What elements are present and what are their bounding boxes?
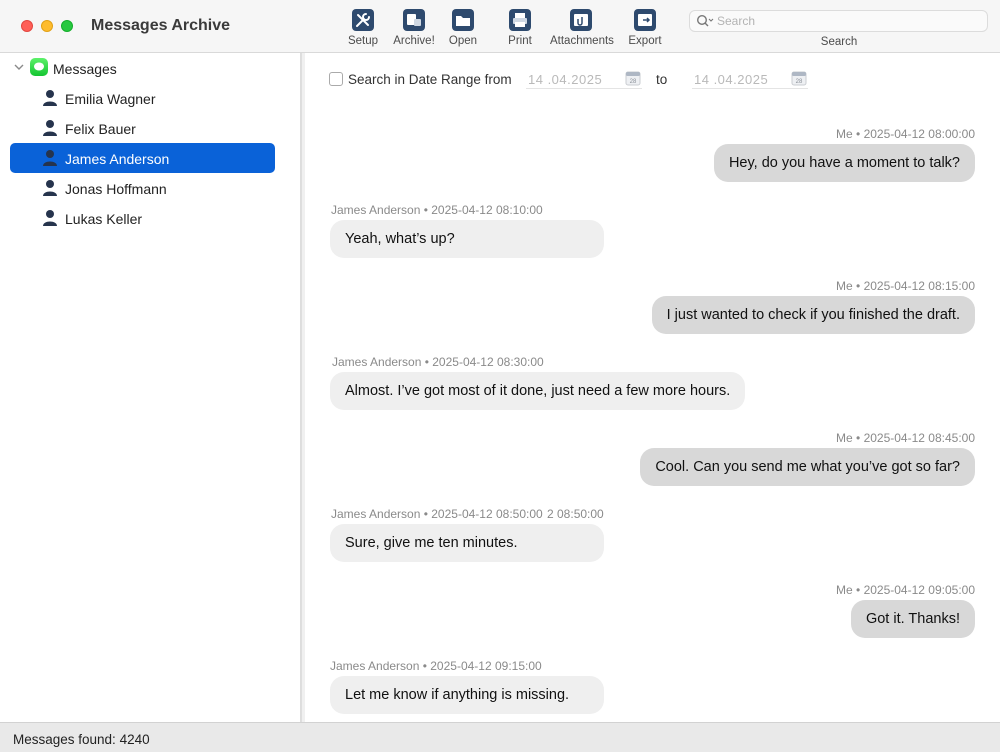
person-icon [43,90,57,106]
attachments-icon [570,9,592,31]
message-bubble-received[interactable]: Let me know if anything is missing. [330,676,604,714]
message-meta-overlap: 2 08:50:00 [547,507,604,521]
date-to-value: 14 .04.2025 [694,72,769,87]
contact-name: Jonas Hoffmann [65,181,167,197]
attachments-button[interactable]: Attachments [550,8,614,47]
person-icon [43,180,57,196]
sidebar-item-felix-bauer[interactable]: Felix Bauer [10,113,275,143]
message-bubble-received[interactable]: Sure, give me ten minutes. [330,524,604,562]
search-icon [696,14,714,27]
message-bubble-sent[interactable]: Hey, do you have a moment to talk? [713,144,975,182]
open-button[interactable]: Open [432,8,494,47]
sidebar-root-messages[interactable]: Messages [0,53,301,83]
message-bubble-sent[interactable]: I just wanted to check if you finished t… [651,296,975,334]
sidebar-item-jonas-hoffmann[interactable]: Jonas Hoffmann [10,173,275,203]
close-window-button[interactable] [21,20,33,32]
chevron-down-icon[interactable] [13,62,25,72]
sidebar-item-lukas-keller[interactable]: Lukas Keller [10,203,275,233]
contact-name: Emilia Wagner [65,91,156,107]
calendar-icon[interactable]: 28 [625,70,641,86]
attachments-label: Attachments [550,35,614,47]
export-icon [634,9,656,31]
message-meta: James Anderson • 2025-04-12 08:10:00 [331,203,543,217]
message-bubble-sent[interactable]: Cool. Can you send me what you’ve got so… [640,448,975,486]
message-bubble-sent[interactable]: Got it. Thanks! [850,600,975,638]
print-button[interactable]: Print [489,8,551,47]
sidebar-item-emilia-wagner[interactable]: Emilia Wagner [10,83,275,113]
date-from-field[interactable]: 14 .04.2025 28 [526,69,642,89]
message-meta: James Anderson • 2025-04-12 08:50:00 [331,507,543,521]
date-to-field[interactable]: 14 .04.2025 28 [692,69,808,89]
search-label: Search [820,36,858,48]
message-meta: Me • 2025-04-12 08:00:00 [836,127,975,141]
minimize-window-button[interactable] [41,20,53,32]
search-input[interactable] [717,13,977,29]
message-meta: Me • 2025-04-12 08:15:00 [836,279,975,293]
sidebar-root-label: Messages [53,61,117,77]
setup-icon [352,9,374,31]
date-from-value: 14 .04.2025 [528,72,603,87]
date-range-checkbox[interactable] [329,72,343,86]
search-field[interactable] [689,10,988,32]
message-meta: Me • 2025-04-12 09:05:00 [836,583,975,597]
export-label: Export [628,35,662,47]
message-meta: James Anderson • 2025-04-12 09:15:00 [330,659,542,673]
calendar-day: 28 [796,79,803,85]
date-range-label: Search in Date Range from [348,72,512,87]
contact-name: Lukas Keller [65,211,143,227]
print-label: Print [508,35,532,47]
zoom-window-button[interactable] [61,20,73,32]
contact-name: James Anderson [65,151,170,167]
messages-app-icon [30,58,48,76]
date-to-label: to [656,72,668,87]
conversation-pane: Search in Date Range from 14 .04.2025 28… [305,53,1000,722]
sidebar: Messages Emilia Wagner Felix Bauer James… [0,53,301,722]
message-bubble-received[interactable]: Yeah, what’s up? [330,220,604,258]
archive-icon [403,9,425,31]
message-meta: Me • 2025-04-12 08:45:00 [836,431,975,445]
person-icon [43,150,57,166]
calendar-day: 28 [630,79,637,85]
title-bar: Messages Archive Setup Archive! Open Pri… [0,0,1000,53]
messages-found-count: Messages found: 4240 [13,732,150,747]
status-bar: Messages found: 4240 [0,722,1000,752]
sidebar-item-james-anderson[interactable]: James Anderson [10,143,275,173]
open-folder-icon [452,9,474,31]
print-icon [509,9,531,31]
date-filter-bar: Search in Date Range from 14 .04.2025 28… [305,53,1000,103]
person-icon [43,120,57,136]
window-title: Messages Archive [91,17,231,34]
person-icon [43,210,57,226]
message-bubble-received[interactable]: Almost. I’ve got most of it done, just n… [330,372,746,410]
calendar-icon[interactable]: 28 [791,70,807,86]
contact-name: Felix Bauer [65,121,136,137]
message-meta: James Anderson • 2025-04-12 08:30:00 [332,355,544,369]
export-button[interactable]: Export [614,8,676,47]
open-label: Open [448,35,478,47]
